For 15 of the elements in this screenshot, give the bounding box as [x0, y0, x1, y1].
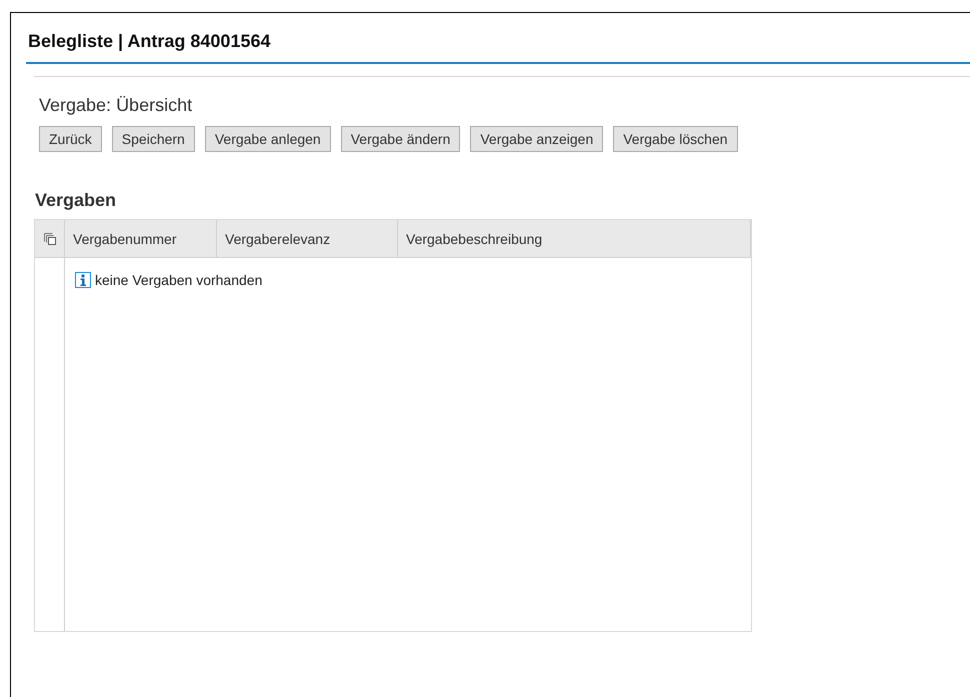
toolbar-button[interactable]: Vergabe löschen [613, 126, 738, 152]
table-title: Vergaben [35, 190, 118, 211]
toolbar-button[interactable]: Speichern [112, 126, 195, 152]
column-header[interactable]: Vergabebeschreibung [398, 220, 751, 258]
toolbar-button[interactable]: Vergabe anlegen [204, 126, 331, 152]
select-all-icon[interactable] [44, 232, 56, 244]
info-icon [75, 272, 91, 288]
column-header[interactable]: Vergabenummer [65, 220, 217, 258]
window-title: Belegliste | Antrag 84001564 [26, 13, 970, 64]
toolbar-button[interactable]: Vergabe ändern [340, 126, 460, 152]
toolbar-button[interactable]: Zurück [39, 126, 102, 152]
column-header[interactable]: Vergaberelevanz [217, 220, 398, 258]
toolbar-button[interactable]: Vergabe anzeigen [470, 126, 604, 152]
empty-message: keine Vergaben vorhanden [95, 272, 262, 288]
section-title: Vergabe: Übersicht [39, 95, 194, 116]
